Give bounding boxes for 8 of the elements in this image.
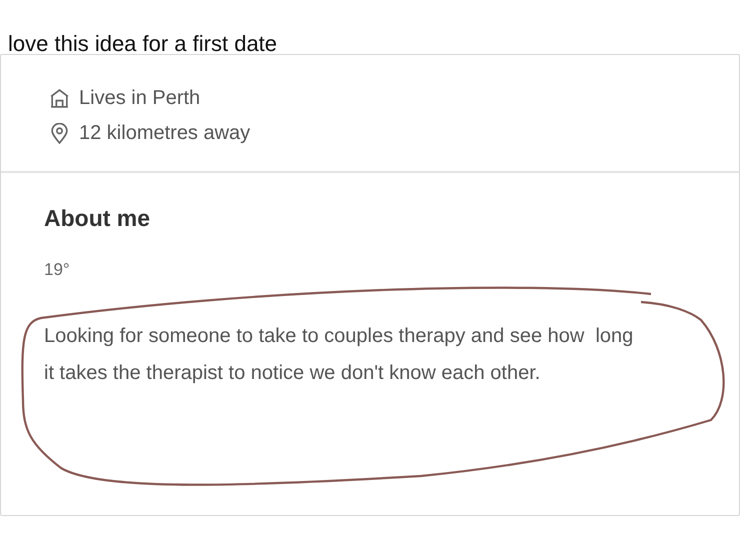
post-caption: love this idea for a first date [7, 30, 278, 54]
about-heading: About me [43, 204, 152, 232]
bio-text: Looking for someone to take to couples therapy and see how long it takes the therapist to notice we don't know each other. [43, 324, 634, 386]
fact-text: Lives in Perth [79, 87, 200, 110]
fact-text: 12 kilometres away [79, 122, 250, 145]
house-icon [49, 88, 70, 109]
location-pin-icon [49, 123, 70, 144]
age-text: 19° [43, 259, 71, 280]
